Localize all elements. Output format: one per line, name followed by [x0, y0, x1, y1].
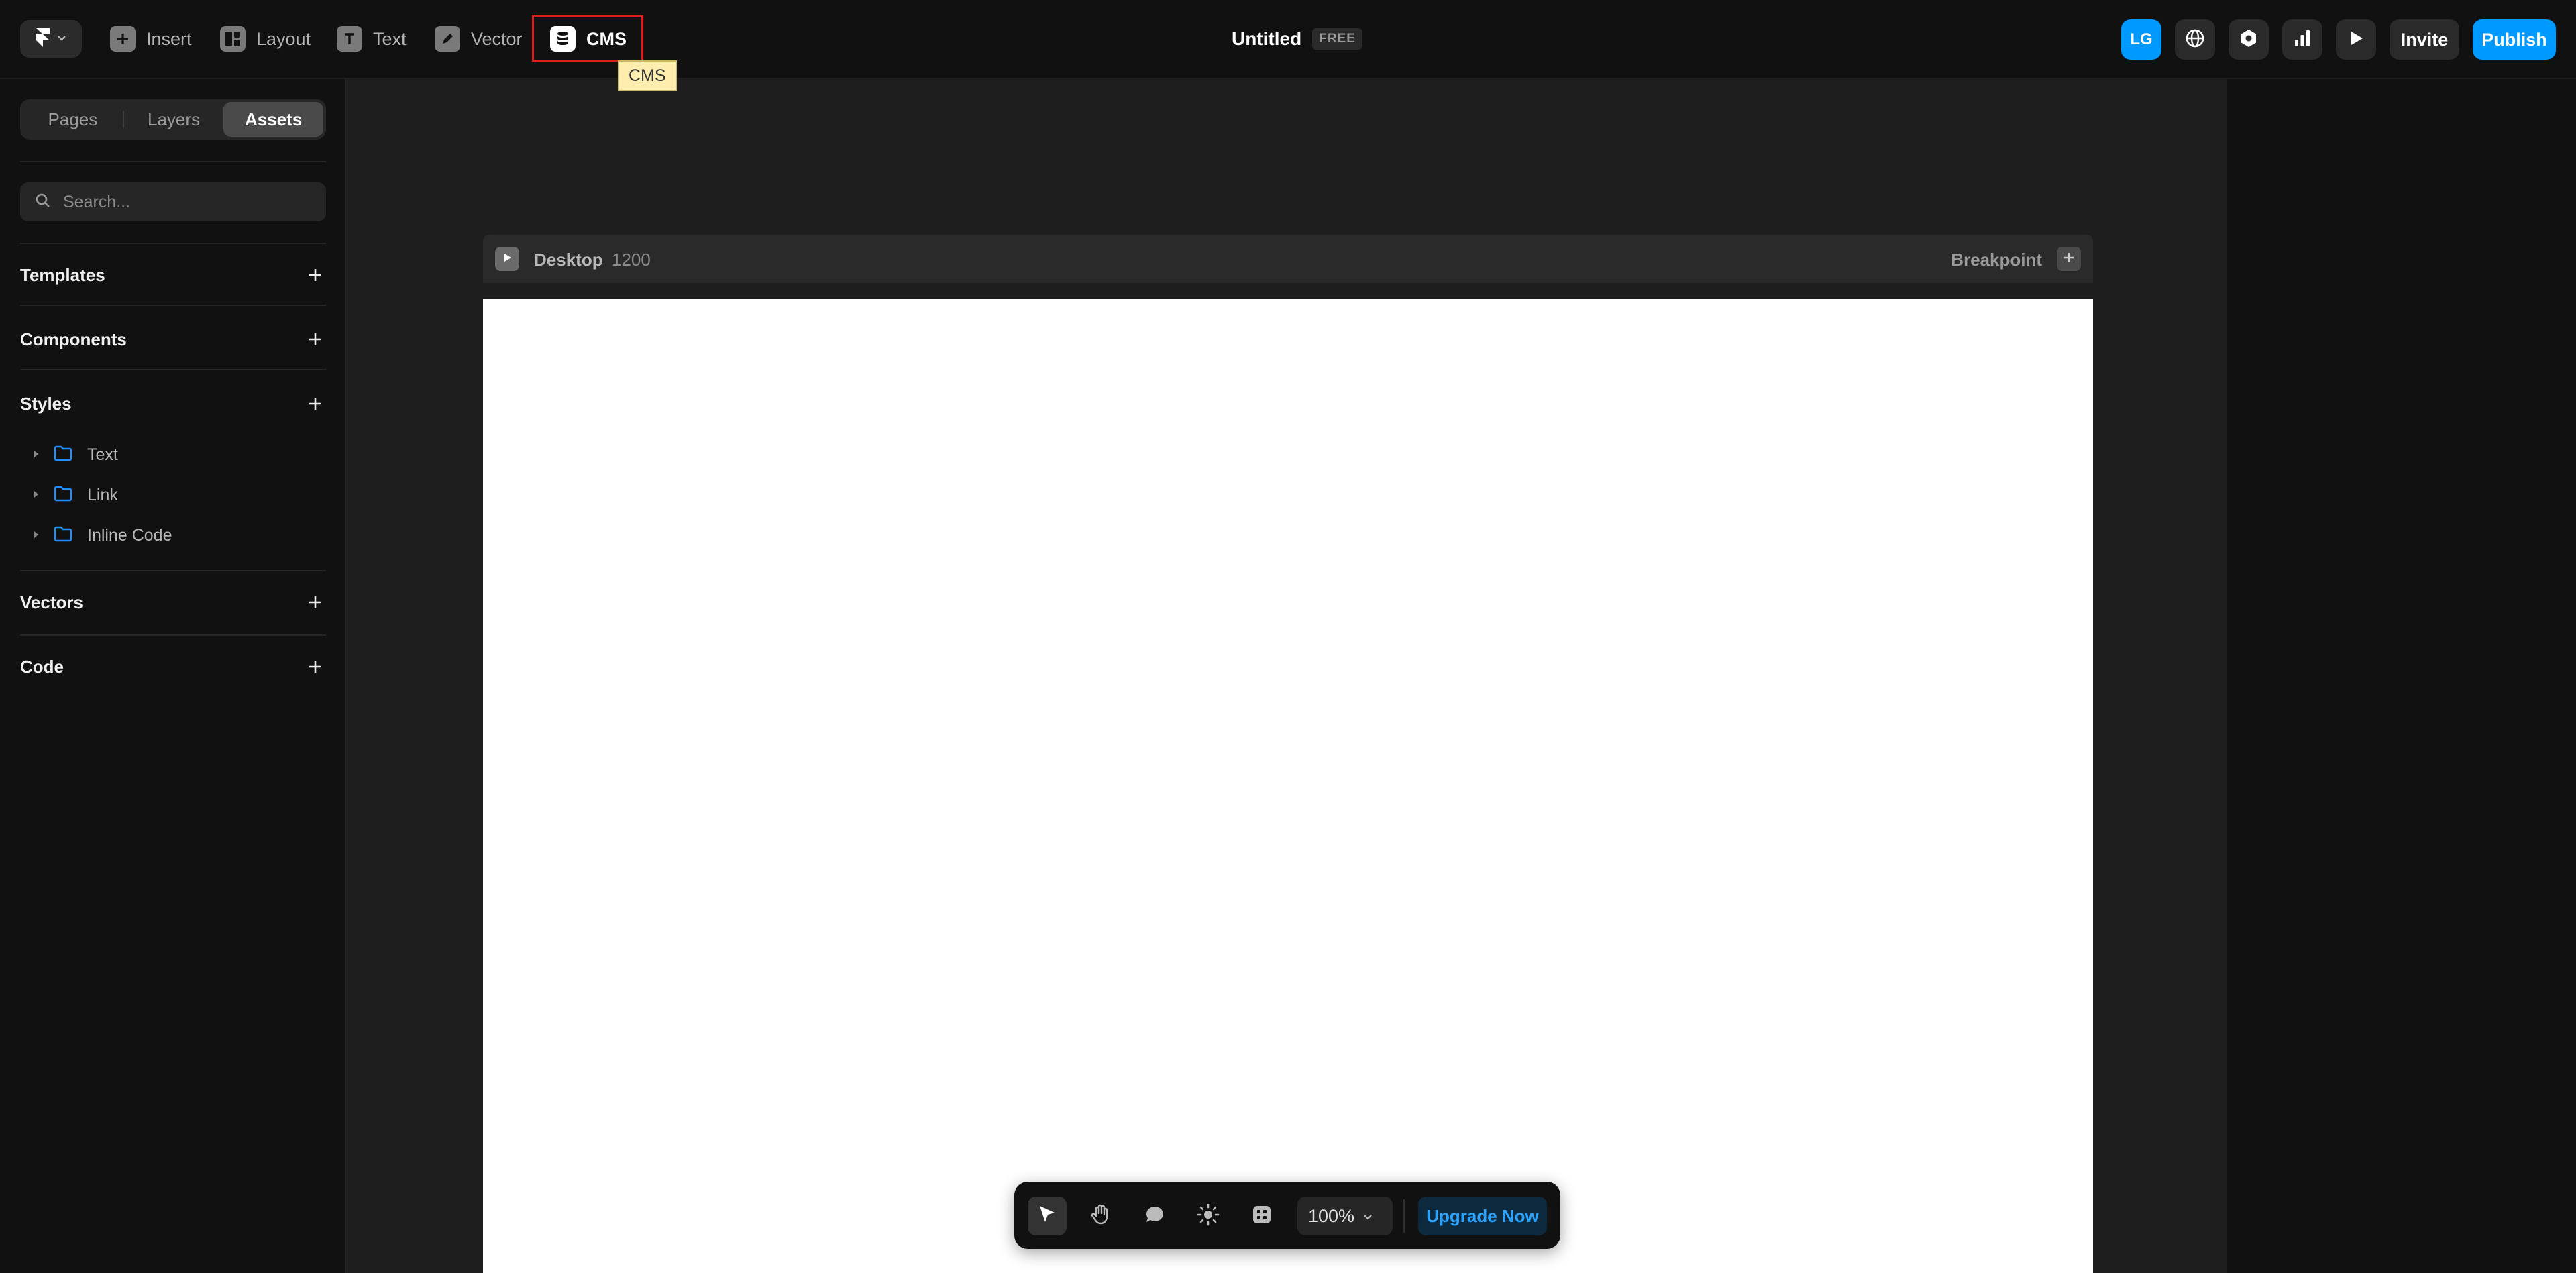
upgrade-button[interactable]: Upgrade Now	[1418, 1197, 1547, 1235]
publish-button[interactable]: Publish	[2473, 19, 2556, 60]
project-title-area[interactable]: Untitled FREE	[1232, 25, 1362, 52]
plus-square-icon	[110, 26, 136, 52]
left-panel: Pages Layers Assets Templates Components	[0, 79, 346, 1273]
chevron-down-icon	[56, 32, 67, 46]
hand-icon	[1089, 1203, 1112, 1229]
vector-tool[interactable]: Vector	[435, 19, 523, 59]
components-label: Components	[20, 329, 127, 349]
folder-icon	[54, 486, 72, 505]
style-folder-link[interactable]: Link	[34, 480, 118, 510]
play-icon	[502, 252, 513, 266]
styles-label: Styles	[20, 393, 72, 414]
zoom-value: 100%	[1308, 1205, 1355, 1226]
add-component-icon[interactable]	[305, 329, 326, 350]
bar-chart-icon	[2293, 29, 2312, 51]
globe-icon	[2184, 27, 2206, 52]
vector-label: Vector	[471, 28, 523, 49]
plus-icon	[2063, 252, 2075, 267]
top-bar: Insert Layout Text Vector CMS Untitled F…	[0, 0, 2576, 79]
comment-icon	[1144, 1204, 1165, 1229]
layout-label: Layout	[256, 28, 311, 49]
search-input[interactable]	[63, 192, 305, 212]
templates-label: Templates	[20, 264, 105, 285]
analytics-button[interactable]	[2282, 19, 2322, 60]
panel-tabs: Pages Layers Assets	[20, 99, 326, 140]
plugins-button[interactable]	[2229, 19, 2269, 60]
theme-toggle-button[interactable]	[1189, 1197, 1228, 1235]
style-folder-label: Link	[87, 485, 118, 504]
divider	[20, 369, 326, 370]
divider	[20, 570, 326, 571]
layout-tool[interactable]: Layout	[220, 19, 311, 59]
add-code-icon[interactable]	[305, 656, 326, 677]
user-avatar[interactable]: LG	[2121, 19, 2161, 60]
caret-right-icon[interactable]	[34, 449, 39, 461]
sun-icon	[1196, 1203, 1220, 1230]
caret-right-icon[interactable]	[34, 529, 39, 541]
framer-logo-icon	[35, 27, 51, 52]
templates-section[interactable]: Templates	[20, 260, 326, 290]
properties-panel	[2227, 79, 2576, 1273]
style-folder-label: Inline Code	[87, 525, 172, 545]
style-folder-inline-code[interactable]: Inline Code	[34, 520, 172, 550]
vectors-section[interactable]: Vectors	[20, 588, 326, 617]
hand-tool-button[interactable]	[1081, 1197, 1120, 1235]
layout-icon	[220, 26, 246, 52]
frame-width: 1200	[612, 250, 651, 270]
play-icon	[2347, 30, 2365, 50]
bottom-toolbar: 100% Upgrade Now	[1014, 1182, 1560, 1249]
cms-tooltip: CMS	[618, 60, 677, 91]
search-icon	[35, 192, 51, 212]
text-label: Text	[373, 28, 407, 49]
pen-icon	[435, 26, 460, 52]
add-breakpoint-button[interactable]	[2057, 247, 2081, 271]
comment-tool-button[interactable]	[1135, 1197, 1174, 1235]
add-template-icon[interactable]	[305, 264, 326, 286]
project-title[interactable]: Untitled	[1232, 28, 1301, 50]
invite-button[interactable]: Invite	[2390, 19, 2459, 60]
cms-highlight-box	[532, 15, 643, 62]
style-folder-label: Text	[87, 445, 118, 464]
frame-name[interactable]: Desktop	[534, 250, 603, 270]
add-vector-icon[interactable]	[305, 592, 326, 613]
divider	[20, 305, 326, 306]
tab-assets[interactable]: Assets	[223, 102, 324, 137]
style-folder-text[interactable]: Text	[34, 440, 118, 469]
select-icon	[1036, 1203, 1059, 1229]
preview-button[interactable]	[2336, 19, 2376, 60]
hexagon-icon	[2239, 28, 2259, 52]
code-section[interactable]: Code	[20, 652, 326, 681]
select-tool-button[interactable]	[1028, 1197, 1067, 1235]
breakpoint-label: Breakpoint	[1951, 250, 2042, 270]
folder-icon	[54, 445, 72, 465]
components-section[interactable]: Components	[20, 325, 326, 354]
toolbar-separator	[1403, 1199, 1405, 1233]
frame-header[interactable]: Desktop 1200 Breakpoint	[483, 235, 2093, 283]
frame-preview-button[interactable]	[495, 247, 519, 271]
assets-search[interactable]	[20, 182, 326, 221]
zoom-select[interactable]: 100%	[1297, 1197, 1393, 1235]
styles-section[interactable]: Styles	[20, 389, 326, 419]
grid-tool-button[interactable]	[1242, 1197, 1281, 1235]
plan-badge: FREE	[1312, 28, 1362, 50]
site-settings-button[interactable]	[2175, 19, 2215, 60]
folder-icon	[54, 526, 72, 545]
grid-icon	[1250, 1203, 1273, 1229]
divider	[20, 634, 326, 636]
caret-right-icon[interactable]	[34, 489, 39, 501]
divider	[20, 161, 326, 162]
tab-pages[interactable]: Pages	[23, 102, 123, 137]
chevron-down-icon	[1362, 1206, 1373, 1227]
insert-label: Insert	[146, 28, 192, 49]
main-menu-button[interactable]	[20, 20, 82, 58]
text-icon	[337, 26, 362, 52]
vectors-label: Vectors	[20, 592, 83, 612]
desktop-frame[interactable]	[483, 299, 2093, 1273]
tab-layers[interactable]: Layers	[124, 102, 224, 137]
divider	[20, 243, 326, 244]
text-tool[interactable]: Text	[337, 19, 407, 59]
insert-tool[interactable]: Insert	[110, 19, 192, 59]
code-label: Code	[20, 656, 64, 677]
add-style-icon[interactable]	[305, 393, 326, 414]
